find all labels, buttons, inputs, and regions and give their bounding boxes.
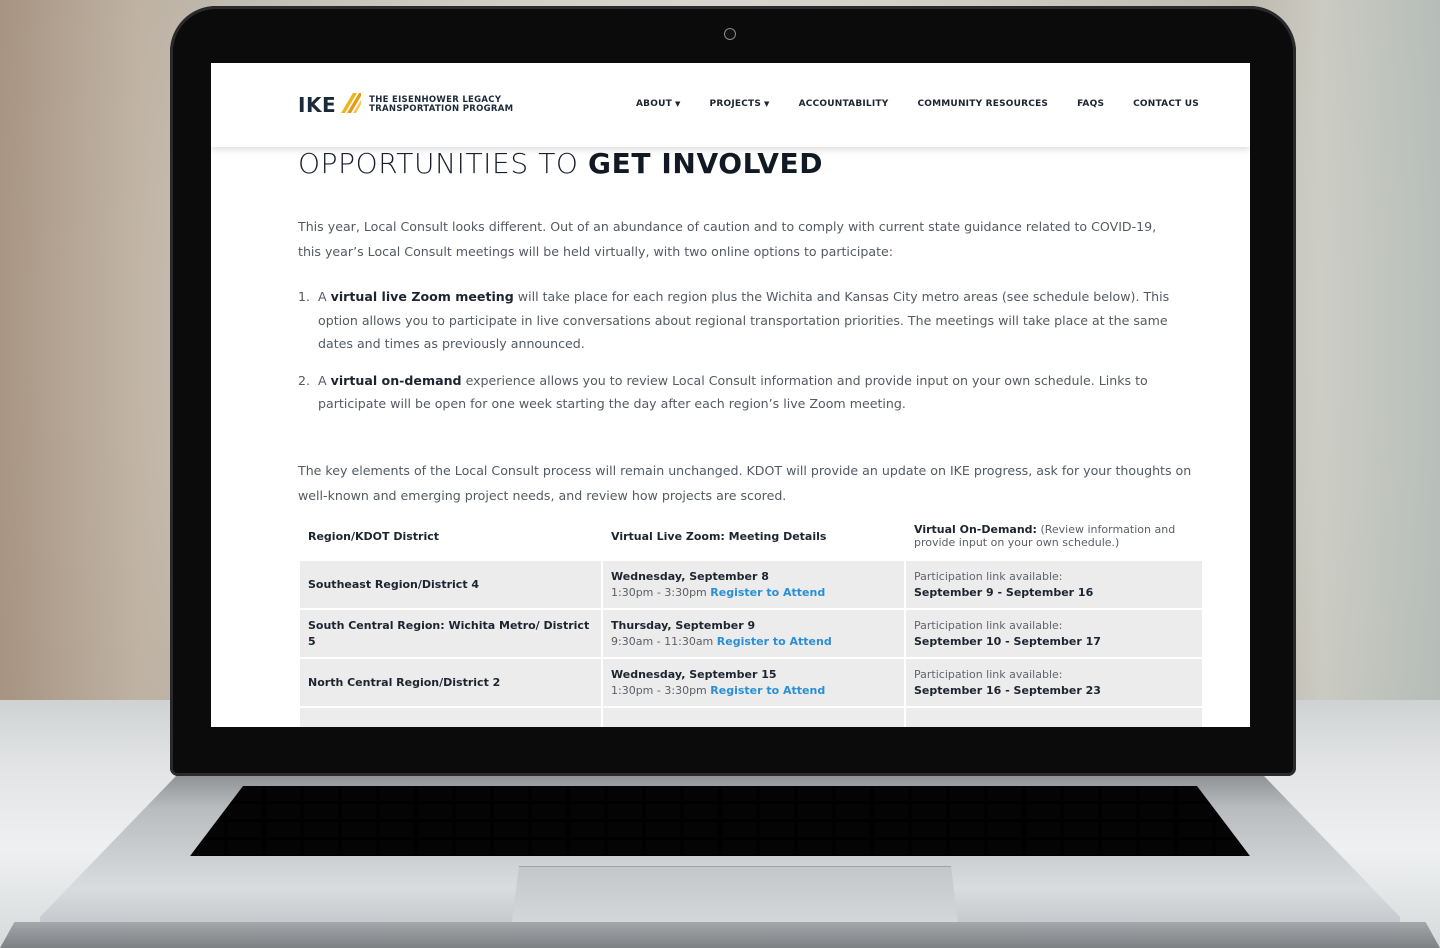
region-cell [300, 706, 601, 727]
meeting-time: 9:30am - 11:30am [611, 634, 717, 648]
meeting-cell [603, 706, 904, 727]
nav-item-label: COMMUNITY RESOURCES [917, 99, 1049, 109]
region-cell: South Central Region: Wichita Metro/ Dis… [300, 608, 601, 657]
logo-tagline: THE EISENHOWER LEGACY TRANSPORTATION PRO… [369, 96, 513, 114]
meeting-cell: Thursday, September 9 9:30am - 11:30am R… [603, 608, 904, 657]
nav-item-accountability[interactable]: ACCOUNTABILITY [799, 99, 889, 109]
on-demand-cell: Participation link available: September … [906, 559, 1202, 608]
region-cell: North Central Region/District 2 [300, 657, 601, 706]
meeting-date: Wednesday, September 8 [611, 569, 769, 583]
nav-item-label: FAQS [1077, 99, 1105, 109]
meeting-date: Wednesday, September 15 [611, 667, 777, 681]
list-item: 2. A virtual on-demand experience allows … [298, 369, 1203, 416]
region-cell: Southeast Region/District 4 [300, 559, 601, 608]
meeting-date: Thursday, September 9 [611, 618, 756, 632]
nav-item-label: CONTACT US [1133, 99, 1199, 109]
header-region: Region/KDOT District [300, 513, 601, 559]
nav-item-faqs[interactable]: FAQS [1077, 99, 1104, 109]
list-number: 2. [298, 372, 311, 388]
option-bold: virtual on-demand [330, 372, 462, 388]
meeting-time: 1:30pm - 3:30pm [611, 683, 711, 697]
on-demand-cell [906, 706, 1202, 727]
header-on-demand: Virtual On-Demand: (Review information a… [906, 513, 1202, 559]
option-pre: A [318, 289, 331, 304]
meeting-cell: Wednesday, September 8 1:30pm - 3:30pm R… [603, 559, 904, 608]
option-pre: A [318, 372, 331, 388]
meeting-time: 1:30pm - 3:30pm [611, 585, 711, 599]
site-header: IKE THE EISENHOWER LEGACY TRANSPORTATION… [211, 63, 1250, 147]
list-number: 1. [298, 289, 311, 304]
table-row: Southeast Region/District 4 Wednesday, S… [300, 559, 1202, 608]
header-on-demand-bold: Virtual On-Demand: [914, 523, 1037, 536]
register-link[interactable]: Register to Attend [717, 635, 832, 648]
list-item: 1. A virtual live Zoom meeting will take … [298, 285, 1203, 356]
table-header-row: Region/KDOT District Virtual Live Zoom: … [300, 513, 1202, 559]
header-live-zoom: Virtual Live Zoom: Meeting Details [603, 513, 904, 559]
availability-range: September 16 - September 23 [914, 683, 1101, 697]
on-demand-cell: Participation link available: September … [906, 657, 1202, 706]
closing-paragraph: The key elements of the Local Consult pr… [298, 462, 1192, 503]
nav-item-contact-us[interactable]: CONTACT US [1133, 99, 1199, 109]
main-nav: ABOUT ▼ PROJECTS ▼ ACCOUNTABILITY COMMUN… [636, 99, 1199, 109]
page-title-light: OPPORTUNITIES TO [298, 147, 589, 180]
availability-range: September 9 - September 16 [914, 585, 1094, 599]
schedule-table: Region/KDOT District Virtual Live Zoom: … [298, 513, 1204, 727]
laptop-keyboard [190, 786, 1250, 856]
caret-down-icon: ▼ [764, 100, 770, 108]
availability-label: Participation link available: [914, 569, 1063, 583]
table-row: South Central Region: Wichita Metro/ Dis… [300, 608, 1202, 657]
laptop-screen: IKE THE EISENHOWER LEGACY TRANSPORTATION… [211, 63, 1250, 727]
table-row: North Central Region/District 2 Wednesda… [300, 657, 1202, 706]
caret-down-icon: ▼ [674, 100, 681, 108]
logo-tagline-line2: TRANSPORTATION PROGRAM [369, 104, 514, 114]
options-list: 1. A virtual live Zoom meeting will take … [298, 285, 1203, 429]
availability-label: Participation link available: [914, 667, 1063, 681]
nav-item-projects[interactable]: PROJECTS ▼ [710, 99, 770, 109]
meeting-cell: Wednesday, September 15 1:30pm - 3:30pm … [603, 657, 904, 706]
availability-label: Participation link available: [914, 618, 1063, 632]
register-link[interactable]: Register to Attend [710, 684, 825, 697]
page-title-bold: GET INVOLVED [588, 147, 824, 180]
nav-item-about[interactable]: ABOUT ▼ [636, 99, 681, 109]
site-logo[interactable]: IKE THE EISENHOWER LEGACY TRANSPORTATION… [298, 91, 513, 119]
on-demand-cell: Participation link available: September … [906, 608, 1202, 657]
road-chevron-icon [339, 91, 363, 119]
nav-item-label: PROJECTS [709, 99, 762, 109]
nav-item-label: ABOUT [636, 99, 672, 109]
nav-item-label: ACCOUNTABILITY [798, 99, 889, 109]
logo-word: IKE [298, 93, 337, 117]
page-title: OPPORTUNITIES TO GET INVOLVED [298, 147, 823, 180]
availability-range: September 10 - September 17 [914, 634, 1101, 648]
register-link[interactable]: Register to Attend [710, 586, 825, 599]
option-bold: virtual live Zoom meeting [330, 289, 514, 304]
laptop-base-edge [0, 922, 1440, 948]
webcam-icon [724, 28, 736, 40]
nav-item-community-resources[interactable]: COMMUNITY RESOURCES [917, 99, 1048, 109]
intro-paragraph: This year, Local Consult looks different… [298, 218, 1157, 259]
table-row [300, 706, 1202, 727]
